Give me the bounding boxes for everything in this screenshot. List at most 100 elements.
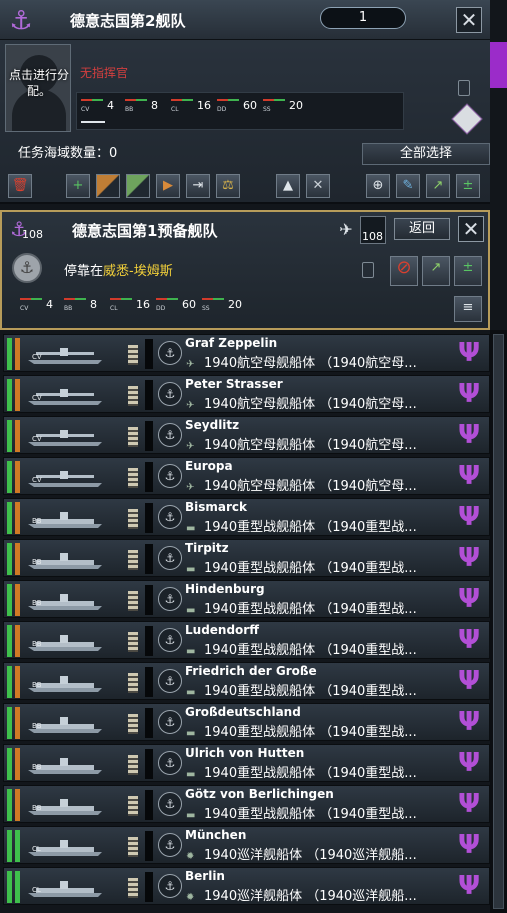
ship-type-icon: ✈ — [186, 482, 195, 493]
ship-silhouette-icon: BB — [28, 635, 102, 651]
reserve-disband-icon[interactable] — [362, 262, 374, 278]
ship-anchor-icon[interactable]: ⚓ — [158, 546, 182, 570]
ship-row[interactable]: BB ⚓ Bismarck ▬ 1940重型战舰船体 （1940重型战... Ψ — [3, 498, 490, 536]
plus-circle-icon[interactable]: ⊕ — [366, 174, 390, 198]
equipment-slot — [145, 831, 153, 861]
balance-icon[interactable]: ⚖ — [216, 174, 240, 198]
reserve-upgrade-icon[interactable]: ↗ — [422, 256, 450, 286]
equipment-slot — [145, 503, 153, 533]
ship-row[interactable]: BB ⚓ Hindenburg ▬ 1940重型战舰船体 （1940重型战... Ψ — [3, 580, 490, 618]
move-icon[interactable]: ⇥ — [186, 174, 210, 198]
ship-row[interactable]: BB ⚓ Großdeutschland ▬ 1940重型战舰船体 （1940重型战..… — [3, 703, 490, 741]
trident-icon[interactable]: Ψ — [454, 708, 484, 738]
svg-text:BB: BB — [32, 640, 42, 648]
equipment-slot — [145, 626, 153, 656]
strength-bar — [7, 502, 12, 534]
select-all-button[interactable]: 全部选择 — [362, 143, 490, 165]
ship-anchor-icon[interactable]: ⚓ — [158, 874, 182, 898]
docked-place[interactable]: 威悉-埃姆斯 — [103, 264, 173, 279]
strength-bar — [7, 789, 12, 821]
trident-icon[interactable]: Ψ — [454, 462, 484, 492]
trident-icon[interactable]: Ψ — [454, 339, 484, 369]
add-icon[interactable]: + — [66, 174, 90, 198]
ship-row[interactable]: CL ⚓ München ✹ 1940巡洋舰船体 （1940巡洋舰船... Ψ — [3, 826, 490, 864]
stat-cv: CV 4 — [81, 99, 114, 113]
ship-row[interactable]: CV ⚓ Seydlitz ✈ 1940航空母舰船体 （1940航空母... Ψ — [3, 416, 490, 454]
tools-icon[interactable]: ✕ — [306, 174, 330, 198]
side-tab[interactable] — [490, 42, 507, 88]
transfer-icon[interactable]: ▶ — [156, 174, 180, 198]
trident-icon[interactable]: Ψ — [454, 380, 484, 410]
ship-anchor-icon[interactable]: ⚓ — [158, 792, 182, 816]
upgrade-icon[interactable]: ↗ — [426, 174, 450, 198]
ship-anchor-icon[interactable]: ⚓ — [158, 423, 182, 447]
trident-icon[interactable]: Ψ — [454, 667, 484, 697]
return-button[interactable]: 返回 — [394, 218, 450, 240]
trident-icon[interactable]: Ψ — [454, 503, 484, 533]
ship-anchor-icon[interactable]: ⚓ — [158, 833, 182, 857]
disband-icon[interactable] — [458, 80, 470, 96]
ship-row[interactable]: CV ⚓ Peter Strasser ✈ 1940航空母舰船体 （1940航空母...… — [3, 375, 490, 413]
equipment-slot — [145, 585, 153, 615]
ship-anchor-icon[interactable]: ⚓ — [158, 669, 182, 693]
ship-silhouette-icon: BB — [28, 676, 102, 692]
trident-icon[interactable]: Ψ — [454, 626, 484, 656]
trident-icon[interactable]: Ψ — [454, 831, 484, 861]
ship-silhouette-icon: CL — [28, 881, 102, 897]
ship-row[interactable]: CL ⚓ Berlin ✹ 1940巡洋舰船体 （1940巡洋舰船... Ψ — [3, 867, 490, 905]
commander-portrait[interactable]: 点击进行分配。 — [5, 44, 71, 132]
fleet-title[interactable]: 德意志国第2舰队 — [70, 10, 185, 31]
split-icon[interactable] — [96, 174, 120, 198]
no-task-icon[interactable]: ⊘ — [390, 256, 418, 286]
ship-row[interactable]: CV ⚓ Europa ✈ 1940航空母舰船体 （1940航空母... Ψ — [3, 457, 490, 495]
ship-row[interactable]: BB ⚓ Ulrich von Hutten ▬ 1940重型战舰船体 （1940重型战… — [3, 744, 490, 782]
up-icon[interactable]: ▲ — [276, 174, 300, 198]
ship-layout-icon[interactable]: ≡ — [454, 296, 482, 322]
scrollbar-thumb[interactable] — [493, 334, 504, 909]
ship-anchor-icon[interactable]: ⚓ — [158, 628, 182, 652]
trash-icon[interactable]: 🗑 — [8, 174, 32, 198]
ship-anchor-icon[interactable]: ⚓ — [158, 587, 182, 611]
air-icon[interactable] — [451, 103, 483, 135]
organization-bar — [15, 625, 20, 657]
ship-row[interactable]: BB ⚓ Tirpitz ▬ 1940重型战舰船体 （1940重型战... Ψ — [3, 539, 490, 577]
ship-row[interactable]: BB ⚓ Götz von Berlichingen ▬ 1940重型战舰船体 （194… — [3, 785, 490, 823]
plane-icon[interactable]: ✈ — [334, 218, 358, 242]
ship-class: ▬ 1940重型战舰船体 （1940重型战... — [186, 561, 417, 575]
scrollbar[interactable] — [490, 330, 507, 913]
strength-bar — [7, 420, 12, 452]
ship-anchor-icon[interactable]: ⚓ — [158, 710, 182, 734]
reserve-stat-bb: BB 8 — [64, 298, 97, 312]
ship-anchor-icon[interactable]: ⚓ — [158, 751, 182, 775]
reserve-title[interactable]: 德意志国第1预备舰队 — [72, 220, 217, 241]
trident-icon[interactable]: Ψ — [454, 749, 484, 779]
ship-anchor-icon[interactable]: ⚓ — [158, 382, 182, 406]
equipment-slot — [145, 708, 153, 738]
reserve-stat-ss: SS 20 — [202, 298, 242, 312]
ship-row[interactable]: CV ⚓ Graf Zeppelin ✈ 1940航空母舰船体 （1940航空母... Ψ — [3, 334, 490, 372]
trident-icon[interactable]: Ψ — [454, 544, 484, 574]
ship-name: Hindenburg — [185, 582, 265, 596]
ship-class: ▬ 1940重型战舰船体 （1940重型战... — [186, 807, 417, 821]
ship-anchor-icon[interactable]: ⚓ — [158, 341, 182, 365]
reserve-repair-icon[interactable]: ± — [454, 256, 482, 286]
ship-type-icon: ▬ — [186, 605, 196, 616]
wrench-icon[interactable]: ✎ — [396, 174, 420, 198]
merge-icon[interactable] — [126, 174, 150, 198]
ship-type-icon: ▬ — [186, 810, 196, 821]
reserve-stat-dd: DD 60 — [156, 298, 196, 312]
ship-anchor-icon[interactable]: ⚓ — [158, 505, 182, 529]
port-icon: ⚓ — [12, 253, 42, 283]
trident-icon[interactable]: Ψ — [454, 790, 484, 820]
reserve-badge: 108 — [22, 228, 43, 241]
ship-row[interactable]: BB ⚓ Ludendorff ▬ 1940重型战舰船体 （1940重型战... Ψ — [3, 621, 490, 659]
ship-anchor-icon[interactable]: ⚓ — [158, 464, 182, 488]
trident-icon[interactable]: Ψ — [454, 585, 484, 615]
close-button[interactable]: ✕ — [456, 7, 482, 33]
ship-class: ✈ 1940航空母舰船体 （1940航空母... — [186, 397, 417, 411]
ship-row[interactable]: BB ⚓ Friedrich der Große ▬ 1940重型战舰船体 （1940重… — [3, 662, 490, 700]
trident-icon[interactable]: Ψ — [454, 421, 484, 451]
repair-icon[interactable]: ± — [456, 174, 480, 198]
reserve-close-button[interactable]: ✕ — [458, 216, 484, 242]
trident-icon[interactable]: Ψ — [454, 872, 484, 902]
